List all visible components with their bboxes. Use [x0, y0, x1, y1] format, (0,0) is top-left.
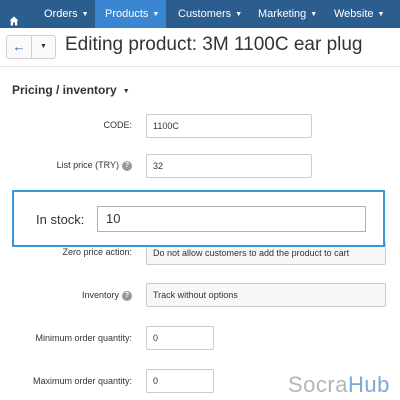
top-nav: Orders ▼ Products ▼ Customers ▼ Marketing ▼ … [0, 0, 400, 28]
chevron-down-icon: ▼ [235, 11, 243, 18]
min-order-qty-input[interactable]: 0 [146, 326, 214, 350]
max-order-qty-label: Maximum order quantity: [32, 376, 132, 386]
inventory-label: Inventory? [82, 290, 132, 302]
chevron-down-icon: ▼ [377, 11, 385, 18]
zero-price-action-label: Zero price action: [62, 247, 132, 257]
list-price-label: List price (TRY)? [57, 160, 132, 172]
nav-products[interactable]: Products ▼ [95, 0, 166, 28]
help-icon[interactable]: ? [122, 161, 132, 171]
list-price-label-text: List price (TRY) [56, 160, 119, 170]
page-title: Editing product: 3M 1100C ear plug [65, 34, 363, 55]
section-title: Pricing / inventory [12, 83, 117, 97]
min-order-qty-label: Minimum order quantity: [35, 333, 132, 343]
nav-products-label: Products [105, 8, 149, 20]
watermark-text-socra: Socra [288, 372, 348, 397]
back-button-group: ← ▼ [6, 35, 56, 59]
nav-marketing[interactable]: Marketing ▼ [258, 0, 317, 28]
home-button[interactable] [0, 0, 28, 28]
section-pricing-inventory[interactable]: Pricing / inventory ▼ [12, 83, 130, 97]
back-button[interactable]: ← [7, 36, 32, 58]
inventory-label-text: Inventory [81, 290, 119, 300]
history-dropdown-button[interactable]: ▼ [32, 36, 55, 58]
code-label: CODE: [103, 120, 132, 130]
arrow-left-icon: ← [12, 39, 26, 54]
home-icon [9, 16, 19, 26]
nav-website[interactable]: Website ▼ [334, 0, 384, 28]
code-input[interactable]: 1100C [146, 114, 312, 138]
list-price-input[interactable]: 32 [146, 154, 312, 178]
inventory-select[interactable]: Track without options [146, 283, 386, 307]
nav-marketing-label: Marketing [258, 8, 307, 20]
nav-orders[interactable]: Orders ▼ [44, 0, 89, 28]
nav-orders-label: Orders [44, 8, 78, 20]
chevron-down-icon: ▼ [81, 11, 89, 18]
divider [0, 66, 400, 67]
nav-customers-label: Customers [178, 8, 232, 20]
chevron-down-icon: ▼ [122, 88, 130, 95]
nav-website-label: Website [334, 8, 374, 20]
watermark-logo: SocraHub [288, 372, 390, 398]
in-stock-label: In stock: [36, 212, 85, 227]
nav-customers[interactable]: Customers ▼ [178, 0, 242, 28]
in-stock-callout: In stock: 10 [12, 190, 385, 247]
chevron-down-icon: ▼ [310, 11, 318, 18]
watermark-text-hub: Hub [347, 372, 390, 397]
max-order-qty-input[interactable]: 0 [146, 369, 214, 393]
chevron-down-icon: ▼ [40, 43, 47, 50]
help-icon[interactable]: ? [122, 291, 132, 301]
in-stock-input[interactable]: 10 [97, 206, 366, 232]
chevron-down-icon: ▼ [152, 11, 160, 18]
